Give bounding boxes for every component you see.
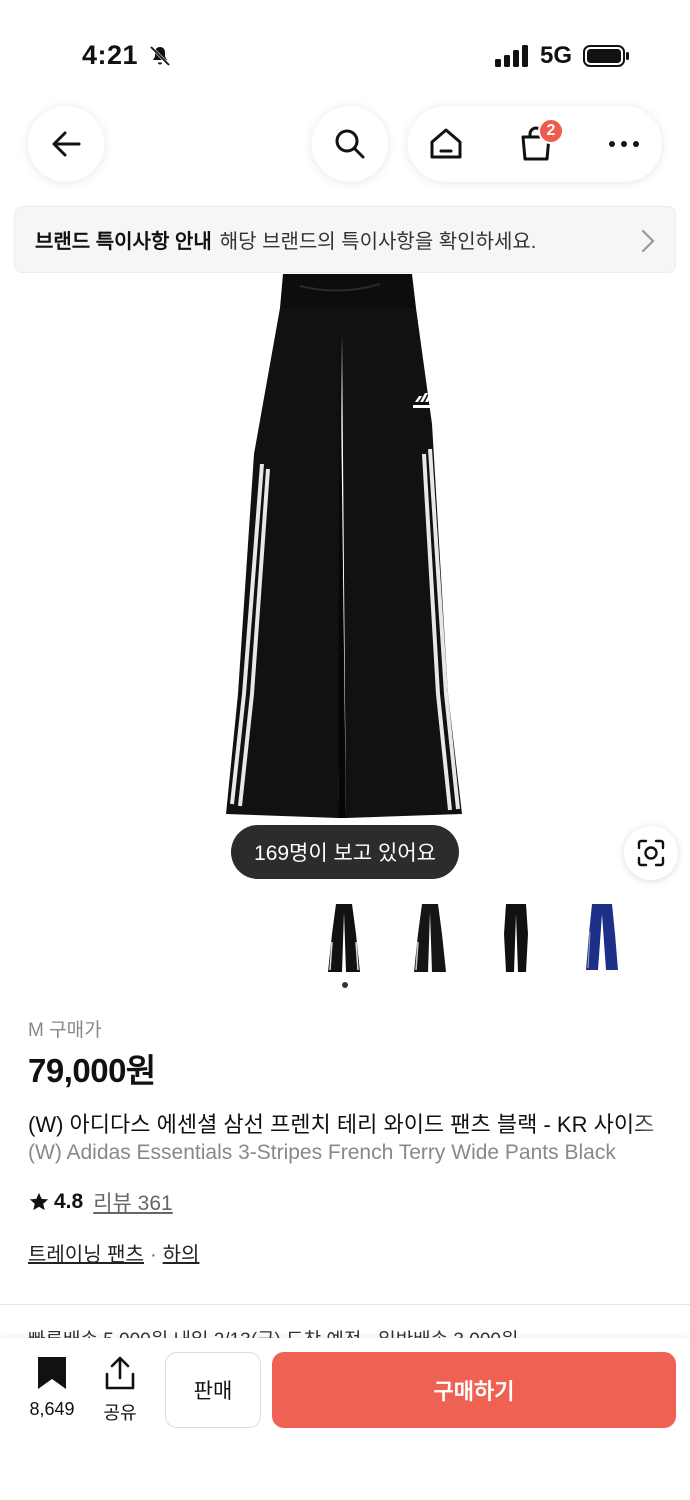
thumbnail-strip	[0, 898, 690, 978]
notice-title: 브랜드 특이사항 안내	[35, 231, 212, 253]
product-name-korean: (W) 아디다스 에센셜 삼선 프렌치 테리 와이드 팬츠 블랙 - KR 사이…	[28, 1112, 655, 1137]
bell-muted-icon	[149, 45, 171, 67]
network-label: 5G	[540, 42, 573, 69]
category-separator: ·	[149, 1244, 157, 1266]
image-search-button[interactable]	[624, 826, 678, 880]
bookmark-button[interactable]: 8,649	[20, 1356, 84, 1420]
bookmark-icon	[38, 1357, 66, 1389]
share-icon	[105, 1356, 135, 1390]
search-button[interactable]	[312, 106, 388, 182]
rating-row: 4.8 리뷰 361	[28, 1187, 173, 1217]
thumbnail-image	[328, 904, 360, 972]
live-viewers-badge: 169명이 보고 있어요	[231, 825, 459, 879]
thumbnail-image	[504, 904, 528, 972]
thumbnail-image	[668, 902, 690, 974]
thumbnail-item[interactable]	[562, 898, 642, 978]
more-button[interactable]	[586, 106, 662, 182]
camera-scan-icon	[637, 839, 665, 867]
status-time: 4:21	[82, 40, 139, 70]
thumbnail-image	[586, 904, 618, 970]
status-bar: 4:21 5G	[0, 0, 690, 100]
share-label: 공유	[103, 1403, 137, 1423]
home-button[interactable]	[408, 106, 484, 182]
size-price-label: M 구매가	[28, 1020, 102, 1041]
thumbnail-item[interactable]	[648, 898, 690, 978]
category-link-bottoms[interactable]: 하의	[163, 1244, 200, 1266]
review-link[interactable]: 리뷰 361	[93, 1187, 173, 1217]
star-icon	[29, 1192, 49, 1211]
thumbnail-item[interactable]	[476, 898, 556, 978]
chevron-right-icon	[641, 229, 655, 253]
cart-button[interactable]	[498, 106, 574, 182]
brand-notice-banner[interactable]: 브랜드 특이사항 안내 해당 브랜드의 특이사항을 확인하세요.	[14, 206, 676, 273]
shipping-info[interactable]: 빠른배송 5,000원 내일 2/13(금) 도착 예정 · 일반배송 3,00…	[28, 1325, 690, 1339]
category-link-training-pants[interactable]: 트레이닝 팬츠	[28, 1244, 144, 1266]
thumbnail-image	[414, 904, 446, 972]
thumbnail-item[interactable]	[390, 898, 470, 978]
back-button[interactable]	[28, 106, 104, 182]
product-image[interactable]	[0, 274, 690, 894]
notice-text: 해당 브랜드의 특이사항을 확인하세요.	[219, 231, 537, 253]
search-icon	[335, 129, 365, 159]
section-divider	[0, 1304, 690, 1305]
signal-icon	[495, 45, 528, 67]
buy-button[interactable]: 구매하기	[272, 1352, 676, 1428]
battery-icon	[583, 45, 629, 67]
bookmark-count: 8,649	[29, 1399, 75, 1419]
product-price: 79,000원	[28, 1052, 156, 1089]
product-name-english: (W) Adidas Essentials 3-Stripes French T…	[28, 1141, 616, 1164]
category-breadcrumb: 트레이닝 팬츠 · 하의	[28, 1238, 199, 1267]
more-dots-icon	[609, 141, 639, 147]
thumbnail-item[interactable]	[304, 898, 384, 978]
cart-count-badge: 2	[538, 118, 564, 144]
carousel-indicator-dot	[342, 982, 348, 988]
sell-button[interactable]: 판매	[165, 1352, 261, 1428]
bottom-action-bar: 8,649 공유 판매 구매하기	[0, 1338, 690, 1500]
rating-value: 4.8	[54, 1190, 84, 1213]
arrow-left-icon	[52, 131, 81, 157]
nav-action-group: 2	[408, 106, 662, 182]
text-fade-overlay	[630, 1100, 690, 1180]
share-button[interactable]: 공유	[96, 1356, 144, 1425]
home-icon	[430, 128, 462, 159]
